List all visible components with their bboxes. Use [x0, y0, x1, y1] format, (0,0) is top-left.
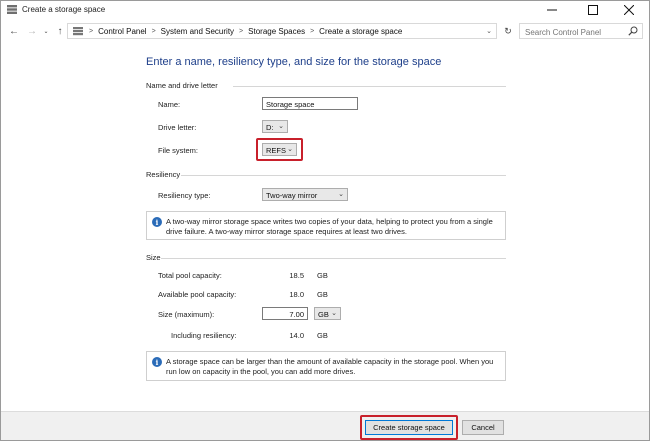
section-title-name: Name and drive letter — [146, 81, 218, 90]
total-capacity-value: 18.5 — [289, 271, 304, 280]
search-icon[interactable] — [628, 26, 638, 36]
navigation-bar: ← → ⌄ ↑ > Control Panel > System and Sec… — [1, 19, 649, 43]
total-capacity-label: Total pool capacity: — [158, 271, 222, 280]
available-capacity-label: Available pool capacity: — [158, 290, 237, 299]
including-resiliency-value: 14.0 — [289, 331, 304, 340]
maximize-button[interactable] — [576, 1, 610, 19]
resiliency-type-label: Resiliency type: — [158, 191, 211, 200]
breadcrumb-control-panel[interactable]: Control Panel — [98, 27, 146, 36]
size-info-box: i A storage space can be larger than the… — [146, 351, 506, 381]
up-button[interactable]: ↑ — [53, 24, 67, 38]
arrow-up-icon: ↑ — [57, 25, 63, 37]
size-info-text: A storage space can be larger than the a… — [166, 357, 494, 376]
breadcrumb-system-security[interactable]: System and Security — [161, 27, 234, 36]
refresh-icon: ↻ — [504, 25, 512, 36]
recent-locations-button[interactable]: ⌄ — [41, 24, 51, 38]
storage-spaces-icon — [7, 5, 17, 14]
arrow-right-icon: → — [27, 25, 37, 37]
chevron-down-icon: ⌄ — [43, 28, 49, 35]
including-resiliency-label: Including resiliency: — [171, 331, 237, 340]
arrow-left-icon: ← — [9, 25, 19, 37]
close-icon — [624, 5, 634, 15]
name-input[interactable] — [262, 97, 358, 110]
name-label: Name: — [158, 100, 181, 109]
create-button-highlight — [360, 415, 458, 440]
info-icon: i — [152, 217, 162, 227]
address-bar[interactable]: > Control Panel > System and Security > … — [67, 23, 497, 39]
page-heading: Enter a name, resiliency type, and size … — [146, 56, 442, 68]
available-capacity-value: 18.0 — [289, 290, 304, 299]
address-dropdown-icon[interactable]: ⌄ — [486, 27, 492, 35]
chevron-right-icon[interactable]: > — [152, 28, 156, 35]
title-bar: Create a storage space — [1, 1, 649, 19]
resiliency-info-text: A two-way mirror storage space writes tw… — [166, 217, 493, 236]
button-bar: Create storage space Cancel — [1, 411, 649, 440]
resiliency-type-select[interactable]: Two-way mirror ⌄ — [262, 188, 348, 201]
cancel-button[interactable]: Cancel — [462, 420, 504, 435]
window-title: Create a storage space — [22, 5, 106, 14]
forward-button[interactable]: → — [25, 24, 39, 38]
close-button[interactable] — [612, 1, 646, 19]
minimize-button[interactable] — [535, 1, 569, 19]
section-divider — [233, 86, 506, 87]
resiliency-type-value: Two-way mirror — [266, 191, 318, 200]
info-icon: i — [152, 357, 162, 367]
size-maximum-input[interactable] — [262, 307, 308, 320]
minimize-icon — [547, 9, 557, 11]
section-divider — [161, 258, 506, 259]
section-title-size: Size — [146, 253, 161, 262]
total-capacity-unit: GB — [317, 271, 328, 280]
chevron-down-icon: ⌄ — [278, 123, 284, 130]
chevron-down-icon: ⌄ — [331, 310, 337, 317]
chevron-right-icon[interactable]: > — [310, 28, 314, 35]
file-system-label: File system: — [158, 146, 199, 155]
chevron-right-icon: > — [89, 27, 94, 35]
drive-letter-select[interactable]: D: ⌄ — [262, 120, 288, 133]
chevron-down-icon: ⌄ — [338, 191, 344, 198]
section-title-resiliency: Resiliency — [146, 170, 181, 179]
breadcrumb-create-storage-space[interactable]: Create a storage space — [319, 27, 402, 36]
drive-letter-label: Drive letter: — [158, 123, 197, 132]
available-capacity-unit: GB — [317, 290, 328, 299]
file-system-highlight — [256, 138, 303, 161]
storage-space-window: Create a storage space ← → ⌄ ↑ > Control… — [0, 0, 650, 441]
size-unit-value: GB — [318, 310, 329, 319]
search-input[interactable] — [519, 23, 643, 39]
refresh-button[interactable]: ↻ — [501, 23, 515, 39]
breadcrumb-storage-spaces[interactable]: Storage Spaces — [248, 27, 305, 36]
back-button[interactable]: ← — [7, 24, 21, 38]
maximize-icon — [588, 5, 598, 15]
section-divider — [181, 175, 506, 176]
drive-letter-value: D: — [266, 123, 274, 132]
size-unit-select[interactable]: GB ⌄ — [314, 307, 341, 320]
resiliency-info-box: i A two-way mirror storage space writes … — [146, 211, 506, 240]
chevron-right-icon[interactable]: > — [239, 28, 243, 35]
including-resiliency-unit: GB — [317, 331, 328, 340]
size-maximum-label: Size (maximum): — [158, 310, 215, 319]
control-panel-icon — [73, 27, 83, 36]
